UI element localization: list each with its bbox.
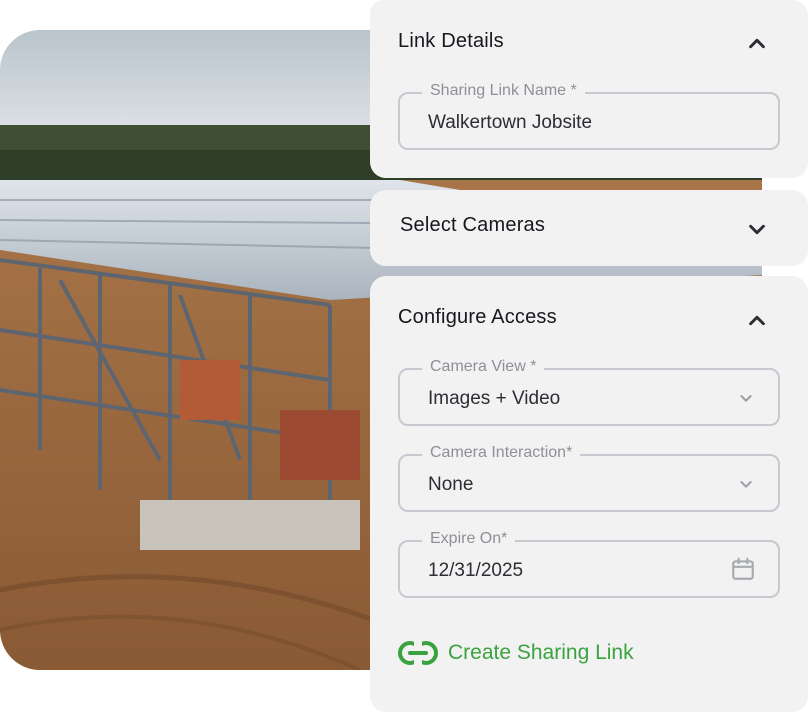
chevron-down-icon [740,481,752,488]
link-details-title: Link Details [398,30,504,52]
sharing-link-name-value: Walkertown Jobsite [428,112,593,133]
expire-on-value: 12/31/2025 [428,560,524,581]
chevron-down-icon [740,395,752,402]
chevron-up-icon[interactable] [746,310,768,332]
camera-view-label: Camera View * [422,358,545,376]
chevron-up-icon[interactable] [746,33,768,55]
configure-access-title: Configure Access [398,306,557,328]
camera-interaction-value: None [428,474,474,495]
calendar-icon[interactable] [730,556,756,582]
select-cameras-panel[interactable]: Select Cameras [370,190,808,266]
sharing-link-name-label: Sharing Link Name * [422,82,585,100]
configure-access-panel: Configure Access Camera View * Images + … [370,276,808,712]
expire-on-label: Expire On* [422,530,516,548]
camera-view-select[interactable]: Camera View * Images + Video [398,358,780,426]
camera-view-value: Images + Video [428,388,561,409]
select-cameras-title: Select Cameras [400,214,546,236]
create-sharing-link-button[interactable]: Create Sharing Link [398,638,634,668]
link-details-panel: Link Details Sharing Link Name * Walkert… [370,0,808,178]
camera-interaction-select[interactable]: Camera Interaction* None [398,444,780,512]
sharing-link-name-field[interactable]: Sharing Link Name * Walkertown Jobsite [398,82,780,150]
link-icon [398,640,438,666]
expire-on-date-field[interactable]: Expire On* 12/31/2025 [398,530,780,598]
create-sharing-link-label: Create Sharing Link [448,641,634,664]
chevron-down-icon[interactable] [746,218,768,240]
camera-interaction-label: Camera Interaction* [422,444,581,462]
